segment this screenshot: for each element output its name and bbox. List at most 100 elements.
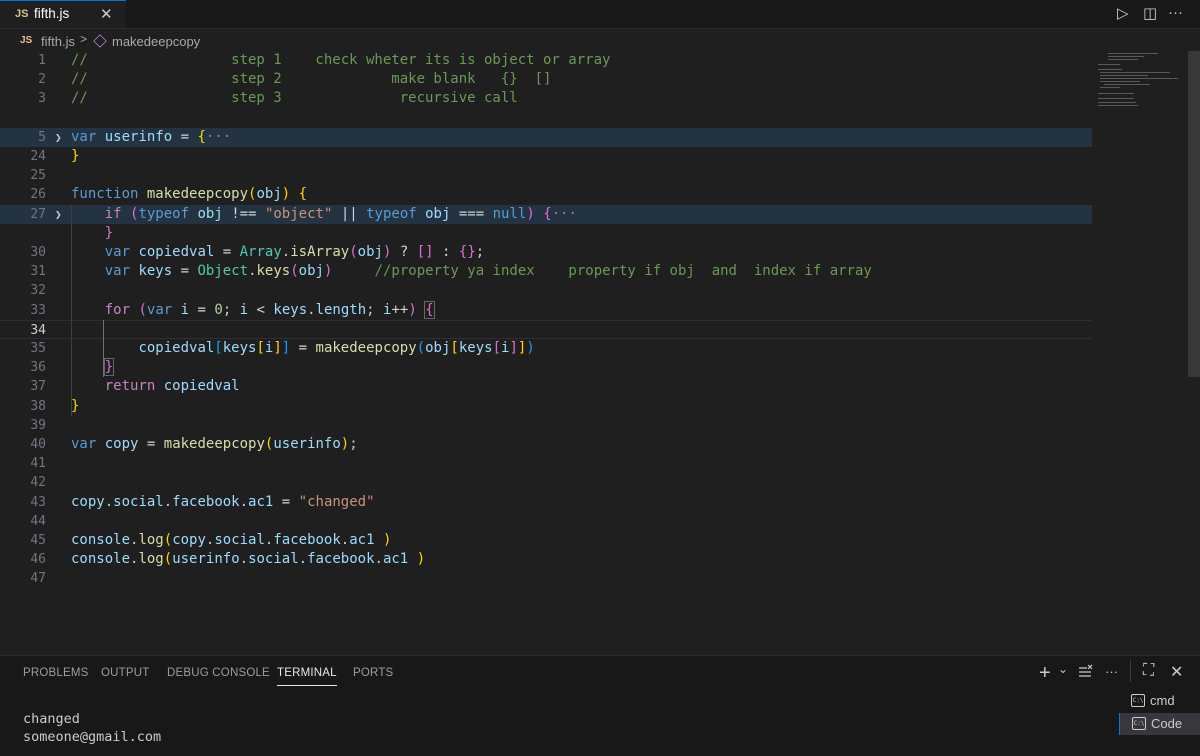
code-line[interactable]: 42 xyxy=(0,473,1092,492)
breadcrumb-file[interactable]: fifth.js xyxy=(41,34,75,49)
add-terminal-icon[interactable]: + xyxy=(1039,662,1051,685)
code-line[interactable]: 30 var copiedval = Array.isArray(obj) ? … xyxy=(0,243,1092,262)
breadcrumb-symbol[interactable]: makedeepcopy xyxy=(112,34,200,49)
code-text: } xyxy=(71,148,80,164)
code-line[interactable]: } xyxy=(0,224,1092,243)
line-number: 30 xyxy=(30,245,46,260)
code-line[interactable]: 40 var copy = makedeepcopy(userinfo); xyxy=(0,435,1092,454)
bottom-panel: PROBLEMS OUTPUT DEBUG CONSOLE TERMINAL P… xyxy=(0,655,1200,756)
line-number: 41 xyxy=(30,456,46,472)
code-line[interactable]: 34 xyxy=(0,319,1092,339)
line-number: 36 xyxy=(30,360,46,376)
close-panel-icon[interactable]: ✕ xyxy=(1170,662,1183,682)
code-line[interactable]: 46 console.log(userinfo.social.facebook.a… xyxy=(0,550,1092,569)
more-icon[interactable]: ··· xyxy=(1105,664,1118,679)
code-line[interactable]: 3 // step 3 recursive call xyxy=(0,89,1092,108)
line-number: 47 xyxy=(30,571,46,587)
chevron-down-icon[interactable]: ⌄ xyxy=(1058,662,1068,676)
terminal-icon: C:\ xyxy=(1132,717,1146,730)
line-number: 35 xyxy=(30,341,46,356)
editor-tab-bar: JS fifth.js ✕ ▷ ◫ ··· xyxy=(0,0,1200,29)
code-line[interactable]: 39 xyxy=(0,416,1092,435)
code-text: // step 2 make blank {} [] xyxy=(71,71,552,88)
line-number: 27 xyxy=(30,206,46,222)
code-line[interactable]: 41 xyxy=(0,454,1092,473)
code-line[interactable]: 24} xyxy=(0,147,1092,166)
line-number: 31 xyxy=(30,264,46,280)
code-line[interactable]: 26 function makedeepcopy(obj) { xyxy=(0,185,1092,204)
code-text: } xyxy=(104,224,114,241)
tab-problems[interactable]: PROBLEMS xyxy=(23,667,89,679)
code-line[interactable] xyxy=(0,109,1092,128)
line-number: 42 xyxy=(30,475,46,491)
code-text: var userinfo = {··· xyxy=(71,128,232,145)
code-line[interactable]: 37 return copiedval xyxy=(0,377,1092,396)
js-file-icon: JS xyxy=(15,8,29,20)
terminal-output[interactable]: changed someone@gmail.com xyxy=(23,710,161,746)
code-line[interactable]: 32 xyxy=(0,281,1092,300)
minimap[interactable] xyxy=(1094,51,1186,111)
tab-output[interactable]: OUTPUT xyxy=(101,667,149,679)
terminal-line: changed xyxy=(23,711,80,727)
tab-ports[interactable]: PORTS xyxy=(353,667,393,679)
code-text: } xyxy=(71,397,80,414)
clear-terminal-icon[interactable] xyxy=(1077,664,1093,685)
tab-label: fifth.js xyxy=(34,6,70,21)
line-number: 2 xyxy=(38,72,46,88)
code-line[interactable]: 27 ❯ if (typeof obj !== "object" || typeo… xyxy=(0,204,1092,224)
line-number: 34 xyxy=(30,322,46,338)
line-number: 33 xyxy=(30,302,46,318)
terminal-icon: C:\ xyxy=(1131,694,1145,707)
line-number: 45 xyxy=(30,533,46,548)
code-line[interactable]: 45 console.log(copy.social.facebook.ac1 ) xyxy=(0,531,1092,550)
tab-terminal[interactable]: TERMINAL xyxy=(277,667,337,686)
code-line[interactable]: 47 xyxy=(0,569,1092,588)
tab-fifth-js[interactable]: JS fifth.js ✕ xyxy=(0,0,126,28)
code-line[interactable]: 1 // step 1 check wheter its is object or… xyxy=(0,51,1092,70)
code-line[interactable]: 36 } xyxy=(0,358,1092,377)
code-text: return copiedval xyxy=(104,378,240,395)
line-number: 32 xyxy=(30,283,46,299)
tab-debug-console[interactable]: DEBUG CONSOLE xyxy=(167,667,270,679)
code-line[interactable]: 35 copiedval[keys[i]] = makedeepcopy(obj… xyxy=(0,339,1092,358)
code-line[interactable]: 25 xyxy=(0,166,1092,185)
code-line[interactable]: 43 copy.social.facebook.ac1 = "changed" xyxy=(0,493,1092,512)
terminal-list-item-cmd[interactable]: C:\ cmd xyxy=(1119,690,1200,712)
more-actions-icon[interactable]: ··· xyxy=(1168,4,1183,21)
breadcrumb: JS fifth.js > makedeepcopy xyxy=(0,29,1200,51)
code-line[interactable]: 2 // step 2 make blank {} [] xyxy=(0,70,1092,89)
scrollbar-thumb[interactable] xyxy=(1188,51,1200,377)
code-text: // step 1 check wheter its is object or … xyxy=(71,52,611,68)
code-text: console.log(copy.social.facebook.ac1 ) xyxy=(71,532,392,548)
divider xyxy=(1130,660,1131,682)
code-text: } xyxy=(103,358,115,377)
line-number: 40 xyxy=(30,437,46,452)
code-line[interactable]: 31 var keys = Object.keys(obj) //propert… xyxy=(0,262,1092,281)
fold-chevron-icon[interactable]: ❯ xyxy=(55,208,62,221)
code-line[interactable]: 38} xyxy=(0,397,1092,416)
code-line[interactable]: 33 for (var i = 0; i < keys.length; i++)… xyxy=(0,300,1092,320)
code-line[interactable]: 5 ❯ var userinfo = {··· xyxy=(0,127,1092,147)
line-number: 46 xyxy=(30,552,46,568)
terminal-list-item-code[interactable]: C:\ Code xyxy=(1119,713,1200,735)
code-editor[interactable]: 1 // step 1 check wheter its is object or… xyxy=(0,51,1186,655)
code-text: var copy = makedeepcopy(userinfo); xyxy=(71,436,358,452)
code-text: var keys = Object.keys(obj) //property y… xyxy=(104,263,872,280)
terminal-line: someone@gmail.com xyxy=(23,729,162,745)
code-text: console.log(userinfo.social.facebook.ac1… xyxy=(71,551,426,568)
maximize-panel-icon[interactable]: ⛶ xyxy=(1143,662,1154,680)
run-icon[interactable]: ▷ xyxy=(1117,4,1129,22)
line-number: 3 xyxy=(38,91,46,107)
line-number: 37 xyxy=(30,379,46,395)
line-number: 25 xyxy=(30,168,46,184)
code-line[interactable]: 44 xyxy=(0,512,1092,531)
terminal-label: Code xyxy=(1151,716,1183,731)
close-icon[interactable]: ✕ xyxy=(100,5,113,23)
split-editor-icon[interactable]: ◫ xyxy=(1143,4,1157,22)
line-number: 5 xyxy=(38,129,46,145)
fold-chevron-icon[interactable]: ❯ xyxy=(55,131,62,144)
line-number: 39 xyxy=(30,417,46,433)
line-number: 26 xyxy=(30,187,46,203)
line-number: 24 xyxy=(30,149,46,164)
line-number: 38 xyxy=(30,398,46,414)
